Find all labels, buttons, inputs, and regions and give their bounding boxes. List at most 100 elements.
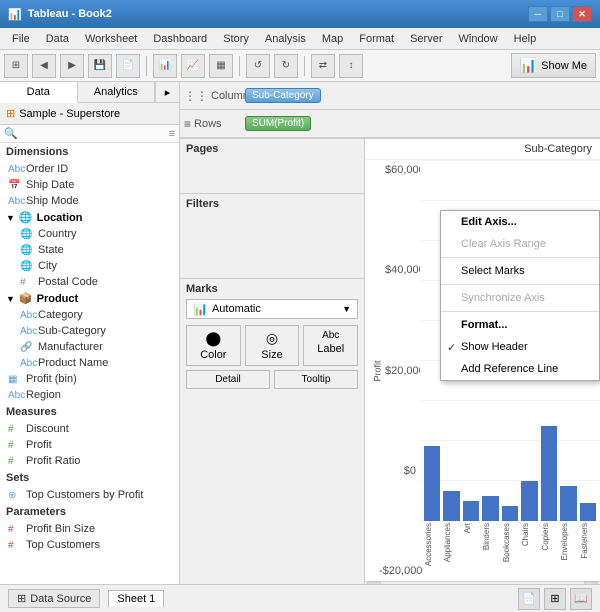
sidebar-item-profitratio[interactable]: # Profit Ratio [0,453,179,469]
menu-worksheet[interactable]: Worksheet [77,31,145,47]
bar-fasteners[interactable] [580,503,596,521]
bar-copiers[interactable] [541,426,557,521]
y-label-neg20k: -$20,000 [379,565,416,577]
marks-size-btn[interactable]: ◎ Size [245,325,300,366]
sidebar-item-topcustomers[interactable]: # Top Customers [0,537,179,553]
y-label-40k: $40,000 [385,264,416,276]
group-location[interactable]: ▼ 🌐 Location [0,209,179,226]
toolbar-separator-1 [146,56,147,76]
marks-detail-btn[interactable]: Detail [186,370,270,389]
sidebar-item-manufacturer[interactable]: 🔗 Manufacturer [0,339,179,355]
menu-server[interactable]: Server [402,31,450,47]
new-dashboard-btn[interactable]: ⊞ [544,588,566,610]
sidebar-item-shipdate[interactable]: 📅 Ship Date [0,177,179,193]
menu-dashboard[interactable]: Dashboard [145,31,215,47]
status-bar: ⊞ Data Source Sheet 1 📄 ⊞ 📖 [0,584,600,612]
marks-tooltip-btn[interactable]: Tooltip [274,370,358,389]
scroll-left-arrow[interactable]: ◀ [367,582,381,585]
toolbar-back-btn[interactable]: ◀ [32,54,56,78]
sidebar-collapse-btn[interactable]: ▸ [155,82,179,102]
sidebar-item-profitbin[interactable]: ▦ Profit (bin) [0,371,179,387]
tab-data[interactable]: Data [0,82,78,103]
ctx-editaxis[interactable]: Edit Axis... [441,211,599,233]
bar-chairs[interactable] [521,481,537,521]
menu-data[interactable]: Data [38,31,77,47]
x-axis-labels: Accessories Appliances Art Binders Bookc… [420,521,600,581]
sidebar-item-profitbinsize[interactable]: # Profit Bin Size [0,521,179,537]
ctx-showheader[interactable]: Show Header [441,336,599,358]
marks-dropdown[interactable]: 📊 Automatic ▼ [186,299,358,319]
rows-pill-sumprofit[interactable]: SUM(Profit) [245,116,311,131]
sidebar-item-shipmode[interactable]: Abc Ship Mode [0,193,179,209]
sidebar-item-productname[interactable]: Abc Product Name [0,355,179,371]
minimize-button[interactable]: ─ [528,6,548,22]
bar-accessories[interactable] [424,446,440,521]
label-icon: Abc [322,330,339,341]
menu-format[interactable]: Format [351,31,402,47]
horizontal-scrollbar[interactable]: ◀ ▶ [365,581,600,584]
columns-icon: ⋮⋮ [184,89,208,103]
bar-appliances[interactable] [443,491,459,521]
sidebar-item-topsets[interactable]: ⊕ Top Customers by Profit [0,487,179,503]
close-button[interactable]: ✕ [572,6,592,22]
group-product[interactable]: ▼ 📦 Product [0,290,179,307]
toolbar-save-btn[interactable]: 💾 [88,54,112,78]
datasource-icon: ⊞ [6,107,15,120]
sidebar-item-profit[interactable]: # Profit [0,437,179,453]
ctx-selectmarks[interactable]: Select Marks [441,260,599,282]
sidebar-item-orderid[interactable]: Abc Order ID [0,161,179,177]
sidebar-item-region[interactable]: Abc Region [0,387,179,403]
toolbar-new-btn[interactable]: 📄 [116,54,140,78]
ctx-addrefline[interactable]: Add Reference Line [441,358,599,380]
maximize-button[interactable]: □ [550,6,570,22]
tab-analytics[interactable]: Analytics [78,82,156,102]
globe-icon-location: 🌐 [19,211,33,224]
sidebar-item-country[interactable]: 🌐 Country [0,226,179,242]
sidebar-item-state[interactable]: 🌐 State [0,242,179,258]
sidebar-label-profitbinsize: Profit Bin Size [26,523,95,535]
scroll-right-arrow[interactable]: ▶ [584,582,598,585]
menu-analysis[interactable]: Analysis [257,31,314,47]
bar-binders[interactable] [482,496,498,521]
toolbar-sort-btn[interactable]: ↕ [339,54,363,78]
marks-auto-icon: 📊 [193,302,208,316]
sidebar-item-discount[interactable]: # Discount [0,421,179,437]
arrow-location: ▼ [6,213,15,223]
menu-story[interactable]: Story [215,31,257,47]
filters-title: Filters [186,198,358,210]
bar-art[interactable] [463,501,479,521]
new-story-btn[interactable]: 📖 [570,588,592,610]
ctx-format[interactable]: Format... [441,314,599,336]
bar-envelopes[interactable] [560,486,576,521]
menu-window[interactable]: Window [451,31,506,47]
columns-pill-subcategory[interactable]: Sub-Category [245,88,321,103]
toolbar-swap-btn[interactable]: ⇄ [311,54,335,78]
toolbar-refresh-btn[interactable]: ↺ [246,54,270,78]
sidebar-item-postalcode[interactable]: # Postal Code [0,274,179,290]
toolbar-forward-btn[interactable]: ▶ [60,54,84,78]
sidebar-label-city: City [38,260,57,272]
pages-title: Pages [186,143,358,155]
new-sheet-btn[interactable]: 📄 [518,588,540,610]
marks-label-btn[interactable]: Abc Label [303,325,358,366]
sheet1-tab[interactable]: Sheet 1 [108,590,164,607]
toolbar-chart2-btn[interactable]: 📈 [181,54,205,78]
abc-icon-orderid: Abc [8,164,22,175]
toolbar-refresh2-btn[interactable]: ↻ [274,54,298,78]
marks-color-btn[interactable]: ⬤ Color [186,325,241,366]
datasource-tab[interactable]: ⊞ Data Source [8,589,100,608]
bar-bookcases[interactable] [502,506,518,521]
menu-map[interactable]: Map [314,31,351,47]
sidebar-item-subcategory[interactable]: Abc Sub-Category [0,323,179,339]
sidebar-item-city[interactable]: 🌐 City [0,258,179,274]
show-me-button[interactable]: 📊 Show Me [511,53,596,78]
menu-help[interactable]: Help [506,31,545,47]
globe-icon-country: 🌐 [20,229,34,240]
chart-title: Sub-Category [365,139,600,160]
search-input[interactable] [21,128,169,140]
sidebar-item-category[interactable]: Abc Category [0,307,179,323]
toolbar-chart-btn[interactable]: 📊 [153,54,177,78]
toolbar-chart3-btn[interactable]: ▦ [209,54,233,78]
toolbar-grid-btn[interactable]: ⊞ [4,54,28,78]
menu-file[interactable]: File [4,31,38,47]
